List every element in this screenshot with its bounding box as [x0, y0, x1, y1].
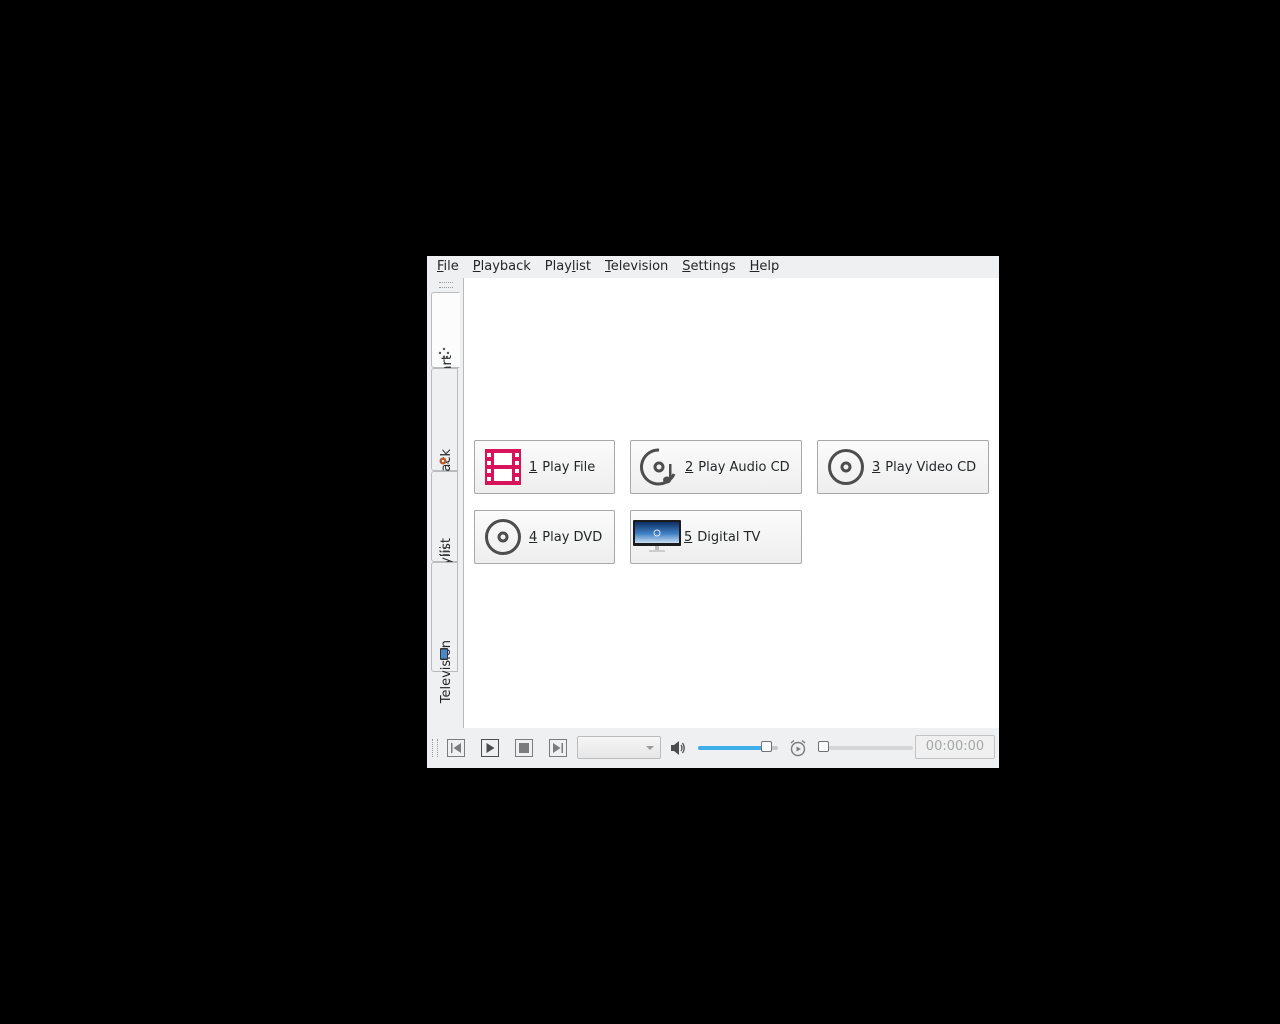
volume-handle[interactable]: [761, 741, 773, 752]
control-toolbar: 00:00:00: [427, 728, 999, 768]
play-button[interactable]: [481, 739, 499, 757]
menu-help[interactable]: Help: [743, 256, 787, 278]
seek-handle[interactable]: [818, 741, 829, 752]
sidebar: Start Playback Playlist Television: [427, 278, 464, 728]
chapter-combo[interactable]: [577, 736, 661, 759]
previous-button[interactable]: [447, 739, 465, 757]
play-dvd-shortcut: 4: [529, 529, 538, 545]
play-video-cd-button[interactable]: 3 Play Video CD: [817, 440, 989, 494]
television-icon: [440, 648, 448, 660]
menu-bar: File Playback Playlist Television Settin…: [427, 256, 999, 279]
digital-tv-label: Digital TV: [697, 529, 761, 545]
time-display: 00:00:00: [915, 735, 995, 759]
menu-settings[interactable]: Settings: [675, 256, 742, 278]
skip-back-icon: [447, 739, 465, 757]
menu-playback[interactable]: Playback: [466, 256, 538, 278]
play-dvd-button[interactable]: 4 Play DVD: [474, 510, 615, 564]
volume-fill: [698, 746, 767, 750]
play-video-cd-label: Play Video CD: [885, 459, 977, 475]
stop-icon: [515, 739, 533, 757]
volume-slider[interactable]: [698, 741, 778, 752]
skip-forward-icon: [549, 739, 567, 757]
menu-television[interactable]: Television: [598, 256, 675, 278]
playback-icon: [439, 457, 449, 465]
digital-tv-button[interactable]: 5 Digital TV: [630, 510, 802, 564]
start-icon: [438, 347, 450, 359]
speaker-icon: [671, 741, 685, 755]
menu-file[interactable]: File: [427, 256, 466, 278]
dvd-icon: [485, 519, 521, 555]
play-file-shortcut: 1: [529, 459, 538, 475]
audio-cd-icon: [640, 448, 676, 486]
film-icon: [485, 449, 521, 485]
mute-button[interactable]: [669, 739, 687, 757]
play-audio-cd-button[interactable]: 2 Play Audio CD: [630, 440, 802, 494]
tab-start[interactable]: Start: [431, 292, 460, 387]
play-file-label: Play File: [542, 459, 596, 475]
playlist-icon: [439, 547, 449, 555]
sleep-timer-button[interactable]: [789, 739, 807, 757]
play-icon: [481, 739, 499, 757]
seek-slider[interactable]: [818, 741, 913, 752]
tab-playlist[interactable]: Playlist: [431, 471, 458, 584]
tv-icon: [633, 520, 681, 552]
play-audio-cd-shortcut: 2: [685, 459, 694, 475]
alarm-clock-icon: [790, 739, 806, 757]
play-dvd-label: Play DVD: [542, 529, 603, 545]
tab-playback[interactable]: Playback: [431, 368, 458, 507]
tab-television[interactable]: Television: [431, 562, 458, 703]
toolbar-grip[interactable]: [432, 739, 438, 757]
main-window: File Playback Playlist Television Settin…: [427, 256, 999, 768]
digital-tv-shortcut: 5: [684, 529, 693, 545]
stop-button[interactable]: [515, 739, 533, 757]
sidebar-grip[interactable]: [439, 282, 453, 288]
play-audio-cd-label: Play Audio CD: [698, 459, 790, 475]
chevron-down-icon: [646, 746, 654, 750]
play-file-button[interactable]: 1 Play File: [474, 440, 615, 494]
start-page: 1 Play File 2 Play Audio CD 3 Play Video…: [464, 278, 999, 728]
play-video-cd-shortcut: 3: [872, 459, 881, 475]
video-cd-icon: [828, 449, 864, 485]
menu-playlist[interactable]: Playlist: [538, 256, 598, 278]
next-button[interactable]: [549, 739, 567, 757]
